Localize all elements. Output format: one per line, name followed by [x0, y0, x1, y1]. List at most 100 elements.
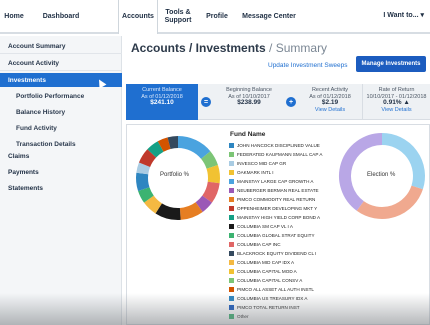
- fund-legend-item: COLUMBIA MID CAP IDX A: [229, 258, 357, 267]
- fund-name: COLUMBIA GLOBAL STRAT EQUITY: [237, 233, 315, 238]
- fund-color-swatch: [229, 233, 234, 238]
- fund-name: OAKMARK INTL I: [237, 170, 274, 175]
- fund-legend-item: COLUMBIA CAPITAL MOD A: [229, 267, 357, 276]
- fund-color-swatch: [229, 287, 234, 292]
- fund-color-swatch: [229, 161, 234, 166]
- tab-home[interactable]: Home: [0, 0, 28, 34]
- fund-color-swatch: [229, 206, 234, 211]
- top-nav: Home Dashboard Accounts Tools & Support …: [0, 0, 430, 34]
- sidebar-item-payments[interactable]: Payments: [0, 165, 122, 179]
- rate-of-return-view-details-link[interactable]: View Details: [363, 107, 430, 114]
- equals-icon: =: [201, 97, 211, 107]
- sidebar-item-account-summary[interactable]: Account Summary: [0, 40, 122, 54]
- sidebar-item-claims[interactable]: Claims: [0, 149, 122, 163]
- rate-of-return-cell: Rate of Return 10/10/2017 - 01/12/2018 0…: [362, 84, 430, 120]
- update-investment-sweeps-link[interactable]: Update Investment Sweeps: [268, 62, 348, 69]
- donut-slice: [206, 165, 220, 184]
- fund-legend-item: PIMCO COMMODITY REAL RETURN: [229, 195, 357, 204]
- fund-name: JOHN HANCOCK DISCIPLINED VALUE: [237, 143, 320, 148]
- fund-legend-item: OPPENHEIMER DEVELOPING MKT Y: [229, 204, 357, 213]
- fund-legend-item: NEUBERGER BERMAN REAL ESTATE: [229, 186, 357, 195]
- portfolio-chart-label: Portfolio %: [160, 172, 190, 178]
- sidebar-item-account-activity[interactable]: Account Activity: [0, 57, 122, 71]
- recent-activity-cell: Recent Activity As of 01/12/2018 $2.19 V…: [300, 84, 360, 120]
- fund-legend-item: Other: [229, 312, 357, 321]
- fund-color-swatch: [229, 152, 234, 157]
- fund-name: COLUMBIA SM CAP VL I A: [237, 224, 293, 229]
- fund-color-swatch: [229, 179, 234, 184]
- sidebar-item-statements[interactable]: Statements: [0, 181, 122, 195]
- fund-legend-item: OAKMARK INTL I: [229, 168, 357, 177]
- tab-message-center[interactable]: Message Center: [242, 0, 296, 34]
- donut-slice: [157, 137, 171, 152]
- sidebar-item-balance-history[interactable]: Balance History: [0, 105, 122, 119]
- fund-legend-item: COLUMBIA GLOBAL STRAT EQUITY: [229, 231, 357, 240]
- fund-legend-item: BLACKROCK EQUITY DIVIDEND CL I: [229, 249, 357, 258]
- fund-legend-item: COLUMBIA CAPITAL CONSV A: [229, 276, 357, 285]
- fund-legend-item: PIMCO ALL ASSET ALL AUTH INSTL: [229, 285, 357, 294]
- sidebar-item-fund-activity[interactable]: Fund Activity: [0, 121, 122, 135]
- tab-profile[interactable]: Profile: [204, 0, 230, 34]
- donut-slice: [155, 203, 181, 220]
- i-want-to-menu[interactable]: I Want to... ▾: [383, 11, 424, 19]
- recent-activity-view-details-link[interactable]: View Details: [300, 107, 360, 114]
- fund-legend-item: PIMCO TOTAL RETURN INST: [229, 303, 357, 312]
- fund-name: OPPENHEIMER DEVELOPING MKT Y: [237, 206, 318, 211]
- donut-slice: [381, 133, 425, 190]
- fund-color-swatch: [229, 188, 234, 193]
- donut-slice: [136, 162, 151, 175]
- balance-summary-strip: Current Balance As of 01/12/2018 $241.10…: [126, 84, 430, 120]
- fund-name: COLUMBIA CAPITAL CONSV A: [237, 278, 303, 283]
- fund-color-swatch: [229, 278, 234, 283]
- fund-legend-item: COLUMBIA US TREASURY IDX A: [229, 294, 357, 303]
- donut-slice: [202, 181, 220, 203]
- fund-legend-item: FEDERATED KAUFMANN SMALL CAP A: [229, 150, 357, 159]
- tab-dashboard[interactable]: Dashboard: [36, 0, 86, 34]
- tab-accounts[interactable]: Accounts: [118, 0, 158, 34]
- beginning-balance-cell: Beginning Balance As of 10/10/2017 $238.…: [214, 84, 284, 120]
- fund-name: Other: [237, 314, 249, 319]
- fund-name: COLUMBIA US TREASURY IDX A: [237, 296, 308, 301]
- fund-name: MAINSTAY LARGE CAP GROWTH A: [237, 179, 314, 184]
- fund-legend-item: JOHN HANCOCK DISCIPLINED VALUE: [229, 141, 357, 150]
- fund-name: COLUMBIA CAP INC: [237, 242, 281, 247]
- fund-color-swatch: [229, 296, 234, 301]
- fund-color-swatch: [229, 260, 234, 265]
- donut-slice: [195, 195, 212, 212]
- election-chart-label: Election %: [367, 172, 396, 178]
- fund-legend-item: COLUMBIA SM CAP VL I A: [229, 222, 357, 231]
- fund-color-swatch: [229, 224, 234, 229]
- fund-name: PIMCO COMMODITY REAL RETURN: [237, 197, 316, 202]
- manage-investments-button[interactable]: Manage Investments: [356, 56, 426, 72]
- fund-color-swatch: [229, 197, 234, 202]
- fund-legend-item: MAINSTAY LARGE CAP GROWTH A: [229, 177, 357, 186]
- fund-name: PIMCO TOTAL RETURN INST: [237, 305, 300, 310]
- donut-slice: [177, 136, 211, 160]
- sidebar-item-portfolio-performance[interactable]: Portfolio Performance: [0, 89, 122, 103]
- fund-name-header: Fund Name: [230, 131, 266, 138]
- donut-slice: [200, 151, 218, 169]
- fund-name: NEUBERGER BERMAN REAL ESTATE: [237, 188, 319, 193]
- page-title-summary: Summary: [275, 41, 328, 55]
- fund-color-swatch: [229, 143, 234, 148]
- fund-legend-item: MAINSTAY HIGH YIELD CORP BOND A: [229, 213, 357, 222]
- fund-name: PIMCO ALL ASSET ALL AUTH INSTL: [237, 287, 314, 292]
- donut-slice: [138, 149, 157, 168]
- donut-slice: [167, 136, 179, 149]
- donut-slice: [138, 187, 154, 203]
- fund-color-swatch: [229, 170, 234, 175]
- plus-icon: +: [286, 97, 296, 107]
- page-title-main: Accounts / Investments: [131, 41, 266, 55]
- portfolio-donut-chart: [136, 136, 220, 220]
- fund-color-swatch: [229, 251, 234, 256]
- beginning-balance-value: $238.99: [237, 99, 261, 106]
- fund-name: FEDERATED KAUFMANN SMALL CAP A: [237, 152, 323, 157]
- page-title: Accounts / Investments / Summary: [131, 41, 327, 55]
- donut-slice: [147, 141, 164, 158]
- fund-color-swatch: [229, 314, 234, 319]
- donut-slice: [179, 202, 203, 220]
- page-title-separator: /: [265, 41, 276, 55]
- fund-name: COLUMBIA CAPITAL MOD A: [237, 269, 297, 274]
- fund-legend-item: COLUMBIA CAP INC: [229, 240, 357, 249]
- tab-tools-support[interactable]: Tools & Support: [160, 0, 196, 34]
